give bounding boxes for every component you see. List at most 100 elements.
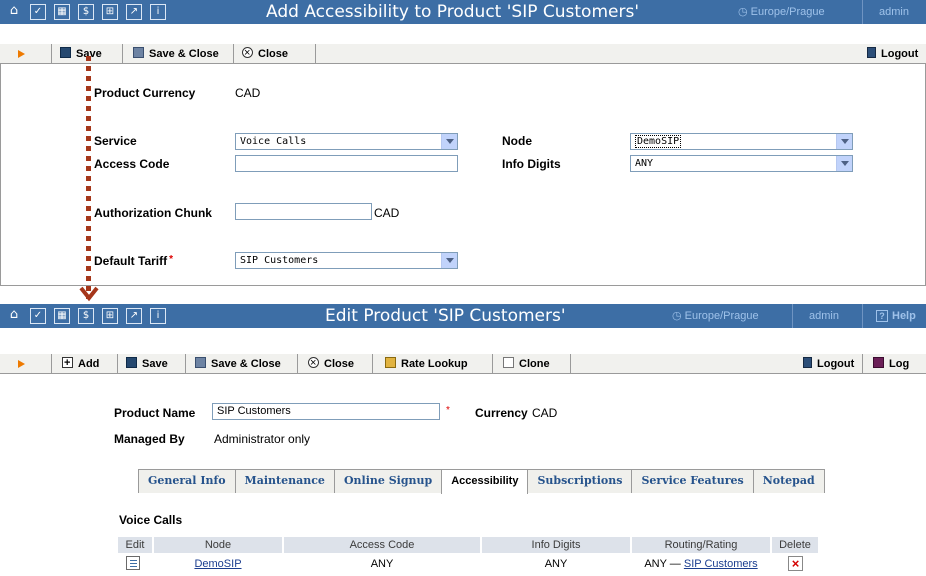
currency-value: CAD <box>532 406 558 420</box>
title-separator <box>792 304 793 328</box>
logout-icon <box>803 357 812 368</box>
logout-icon <box>867 47 876 58</box>
grid-icon[interactable]: ▦ <box>54 308 70 324</box>
info-icon[interactable]: i <box>150 4 166 20</box>
node-select[interactable]: DemoSIP <box>630 133 853 150</box>
access-code-input[interactable] <box>235 155 458 172</box>
section-title: Voice Calls <box>119 513 183 527</box>
access-code-label: Access Code <box>94 157 170 171</box>
add-button[interactable]: Add <box>52 353 118 374</box>
help-link[interactable]: ? Help <box>876 304 916 328</box>
page-title: Edit Product 'SIP Customers' <box>325 306 566 326</box>
default-tariff-select[interactable]: SIP Customers <box>235 252 458 269</box>
save-close-button[interactable]: Save & Close <box>186 354 298 374</box>
rate-lookup-icon <box>385 357 396 368</box>
timezone-link[interactable]: ◷ Europe/Prague <box>672 304 759 328</box>
tab-subscriptions[interactable]: Subscriptions <box>527 469 633 493</box>
save-button[interactable]: Save <box>118 354 186 374</box>
tab-online-signup[interactable]: Online Signup <box>333 469 443 493</box>
page-title: Add Accessibility to Product 'SIP Custom… <box>266 2 639 22</box>
info-digits-label: Info Digits <box>502 157 561 171</box>
tariff-link[interactable]: SIP Customers <box>684 558 758 570</box>
tab-maintenance[interactable]: Maintenance <box>234 469 335 493</box>
timezone-text: Europe/Prague <box>750 6 825 18</box>
service-select[interactable]: Voice Calls <box>235 133 458 150</box>
floppy-close-icon <box>133 47 144 58</box>
top-nav-icons: ⌂ ✓ ▦ $ ⊞ ↗ i <box>0 0 166 24</box>
tab-notepad[interactable]: Notepad <box>752 469 825 493</box>
default-tariff-label: Default Tariff * <box>94 254 174 268</box>
chevron-down-icon <box>836 156 852 171</box>
chevron-down-icon <box>79 286 99 302</box>
home-icon[interactable]: ⌂ <box>6 4 22 20</box>
info-digits-select[interactable]: ANY <box>630 155 853 172</box>
top-toolbar: Save Save & Close Close Logout <box>0 43 926 64</box>
chart-icon[interactable]: ↗ <box>126 4 142 20</box>
required-mark: * <box>169 254 174 265</box>
title-separator <box>862 304 863 328</box>
user-name[interactable]: admin <box>879 0 909 24</box>
currency-label: Currency <box>475 406 528 420</box>
close-icon <box>308 353 319 373</box>
chart-icon[interactable]: ↗ <box>126 308 142 324</box>
play-icon <box>18 50 25 58</box>
menu-toggle[interactable] <box>0 354 52 374</box>
logout-button[interactable]: Logout <box>793 354 863 374</box>
log-icon <box>873 357 884 368</box>
tab-general-info[interactable]: General Info <box>138 469 236 493</box>
tree-icon[interactable]: ⊞ <box>102 4 118 20</box>
chevron-down-icon <box>836 134 852 149</box>
save-close-button[interactable]: Save & Close <box>123 44 234 64</box>
info-icon[interactable]: i <box>150 308 166 324</box>
managed-by-label: Managed By <box>114 432 185 446</box>
tree-icon[interactable]: ⊞ <box>102 308 118 324</box>
chevron-down-icon <box>441 134 457 149</box>
column-header-access-code: Access Code <box>284 537 480 553</box>
add-icon <box>62 353 73 373</box>
edit-icon[interactable] <box>126 556 140 570</box>
managed-by-value: Administrator only <box>214 432 311 446</box>
floppy-icon <box>126 357 137 368</box>
close-button[interactable]: Close <box>234 43 316 64</box>
access-code-cell: ANY <box>370 558 394 570</box>
dotted-connector <box>86 56 91 299</box>
title-separator <box>862 0 863 24</box>
logout-button[interactable]: Logout <box>863 44 926 64</box>
menu-toggle[interactable] <box>0 44 52 64</box>
floppy-icon <box>60 47 71 58</box>
column-header-node: Node <box>154 537 282 553</box>
home-icon[interactable]: ⌂ <box>6 308 22 324</box>
product-name-input[interactable]: SIP Customers <box>212 403 440 420</box>
timezone-text: Europe/Prague <box>684 310 759 322</box>
top-title-bar: ⌂ ✓ ▦ $ ⊞ ↗ i Add Accessibility to Produ… <box>0 0 926 24</box>
dollar-icon[interactable]: $ <box>78 308 94 324</box>
dollar-icon[interactable]: $ <box>78 4 94 20</box>
close-button[interactable]: Close <box>298 353 373 374</box>
node-link[interactable]: DemoSIP <box>154 556 282 572</box>
product-currency-value: CAD <box>235 86 261 100</box>
help-icon: ? <box>876 310 888 322</box>
clone-button[interactable]: Clone <box>493 354 571 374</box>
play-icon <box>18 360 25 368</box>
close-icon <box>242 43 253 63</box>
checklist-icon[interactable]: ✓ <box>30 4 46 20</box>
timezone-link[interactable]: ◷ Europe/Prague <box>738 0 825 24</box>
user-name[interactable]: admin <box>809 304 839 328</box>
checklist-icon[interactable]: ✓ <box>30 308 46 324</box>
column-header-routing-rating: Routing/Rating <box>632 537 770 553</box>
authorization-chunk-input[interactable] <box>235 203 372 220</box>
delete-icon[interactable]: × <box>788 556 803 571</box>
log-button[interactable]: Log <box>863 354 926 374</box>
product-currency-label: Product Currency <box>94 86 196 100</box>
grid-icon[interactable]: ▦ <box>54 4 70 20</box>
clock-icon: ◷ <box>672 310 685 322</box>
service-label: Service <box>94 134 137 148</box>
bottom-toolbar: Add Save Save & Close Close Rate Lookup … <box>0 353 926 374</box>
column-header-info-digits: Info Digits <box>482 537 630 553</box>
chevron-down-icon <box>441 253 457 268</box>
rate-lookup-button[interactable]: Rate Lookup <box>373 354 493 374</box>
tab-service-features[interactable]: Service Features <box>631 469 754 493</box>
info-digits-cell: ANY <box>544 558 568 570</box>
tab-accessibility[interactable]: Accessibility <box>441 469 529 494</box>
column-header-edit: Edit <box>118 537 152 553</box>
